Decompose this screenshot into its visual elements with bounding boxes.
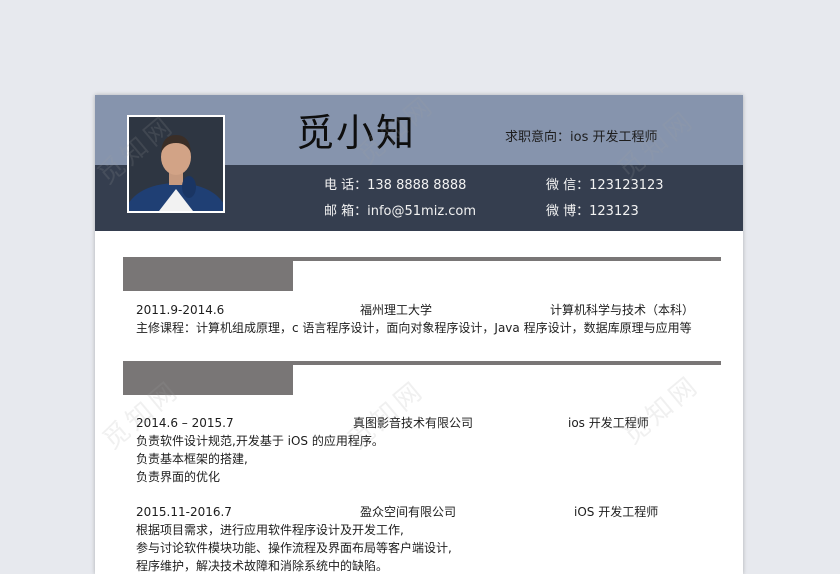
education-courses: 主修课程：计算机组成原理，c 语言程序设计，面向对象程序设计，Java 程序设计… xyxy=(136,321,692,335)
watermark: 觅知网 xyxy=(617,369,706,451)
education-major: 计算机科学与技术（本科） xyxy=(550,303,695,317)
job-duty: 负责软件设计规范,开发基于 iOS 的应用程序。 xyxy=(136,434,384,448)
wechat-info: 微 信：123123123 xyxy=(546,178,664,193)
job-intent: 求职意向：ios 开发工程师 xyxy=(505,130,658,145)
education-period: 2011.9-2014.6 xyxy=(136,303,225,317)
job-duty: 程序维护，解决技术故障和消除系统中的缺陷。 xyxy=(136,559,389,573)
weibo-info: 微 博：123123 xyxy=(546,204,639,219)
resume-page: 觅小知 求职意向：ios 开发工程师 电 话：138 8888 8888 邮 箱… xyxy=(95,95,743,574)
education-section-line xyxy=(293,257,721,261)
job-company: 盈众空间有限公司 xyxy=(360,505,457,519)
job-position: iOS 开发工程师 xyxy=(574,505,659,519)
job-period: 2014.6 – 2015.7 xyxy=(136,416,234,430)
education-section-header xyxy=(123,257,293,291)
experience-section-header xyxy=(123,361,293,395)
job-duty: 根据项目需求，进行应用软件程序设计及开发工作, xyxy=(136,523,404,537)
education-school: 福州理工大学 xyxy=(360,303,433,317)
experience-section-line xyxy=(293,361,721,365)
email-info: 邮 箱：info@51miz.com xyxy=(324,204,477,219)
job-duty: 参与讨论软件模块功能、操作流程及界面布局等客户端设计, xyxy=(136,541,452,555)
job-duty: 负责基本框架的搭建, xyxy=(136,452,248,466)
job-position: ios 开发工程师 xyxy=(568,416,649,430)
job-period: 2015.11-2016.7 xyxy=(136,505,232,519)
job-company: 真图影音技术有限公司 xyxy=(353,416,474,430)
job-duty: 负责界面的优化 xyxy=(136,470,221,484)
phone-info: 电 话：138 8888 8888 xyxy=(324,178,467,193)
candidate-name: 觅小知 xyxy=(296,111,417,155)
profile-photo xyxy=(127,115,225,213)
